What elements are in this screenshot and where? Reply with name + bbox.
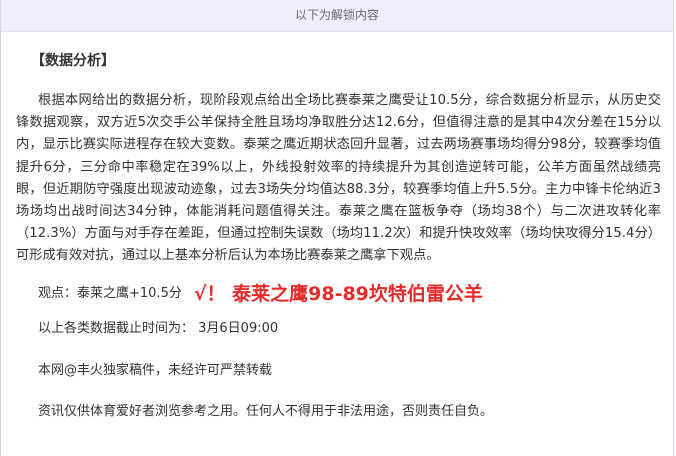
prediction-label: 观点：泰莱之鹰+10.5分 [38, 285, 182, 301]
unlock-banner: 以下为解锁内容 [1, 0, 673, 32]
prediction-result: √！ 泰莱之鹰98-89坎特伯雷公羊 [193, 282, 483, 305]
article-frame: 以下为解锁内容 【数据分析】 根据本网给出的数据分析，现阶段观点给出全场比赛泰莱… [0, 0, 674, 456]
data-cutoff-time: 以上各类数据截止时间为： 3月6日09:00 [38, 320, 279, 336]
copyright-notice: 本网@丰火独家稿件，未经许可严禁转载 [38, 362, 273, 378]
analysis-paragraph: 根据本网给出的数据分析，现阶段观点给出全场比赛泰莱之鹰受让10.5分，综合数据分… [16, 93, 661, 264]
article-content: 【数据分析】 根据本网给出的数据分析，现阶段观点给出全场比赛泰莱之鹰受让10.5… [16, 42, 661, 422]
disclaimer-text: 资讯仅供体育爱好者浏览参考之用。任何人不得用于非法用途，否则责任自负。 [38, 403, 494, 419]
section-heading: 【数据分析】 [31, 53, 115, 69]
prediction-line: 观点：泰莱之鹰+10.5分 √！ 泰莱之鹰98-89坎特伯雷公羊 [38, 278, 661, 310]
